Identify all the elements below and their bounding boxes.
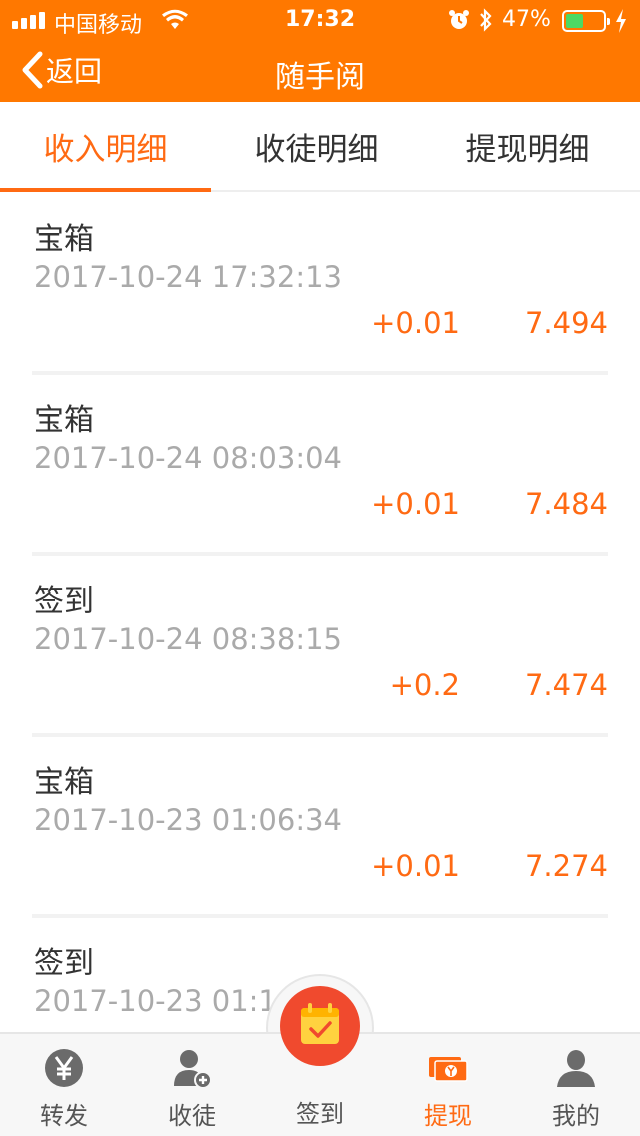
calendar-check-icon <box>301 1003 339 1044</box>
tab-disciple-detail[interactable]: 收徒明细 <box>211 102 422 190</box>
tabbar-label: 我的 <box>552 1102 600 1130</box>
battery-icon <box>562 10 610 32</box>
tabbar-label: 收徒 <box>168 1102 216 1130</box>
record-time: 2017-10-23 01:14 <box>34 984 296 1018</box>
tabbar-item-share[interactable]: 转发 <box>0 1034 128 1136</box>
checkin-label: 签到 <box>296 1100 344 1128</box>
tabbar-item-withdraw[interactable]: 提现 <box>384 1034 512 1136</box>
charging-icon <box>616 9 626 33</box>
record-title: 宝箱 <box>34 403 94 438</box>
segment-tabs: 收入明细 收徒明细 提现明细 <box>0 102 640 192</box>
record-title: 签到 <box>34 946 94 981</box>
list-item: 宝箱 2017-10-24 08:03:04 +0.01 7.484 <box>32 375 608 556</box>
alarm-icon <box>449 10 469 29</box>
record-time: 2017-10-24 17:32:13 <box>34 260 342 294</box>
record-balance: 7.274 <box>524 849 608 883</box>
record-title: 签到 <box>34 584 94 619</box>
tab-withdraw-detail[interactable]: 提现明细 <box>422 102 633 190</box>
tabbar-item-recruit[interactable]: 收徒 <box>128 1034 256 1136</box>
person-icon <box>557 1050 595 1087</box>
record-time: 2017-10-23 01:06:34 <box>34 803 342 837</box>
tabbar-item-mine[interactable]: 我的 <box>512 1034 640 1136</box>
tab-income-detail[interactable]: 收入明细 <box>0 102 211 192</box>
add-user-icon <box>174 1050 212 1088</box>
record-title: 宝箱 <box>34 222 94 257</box>
record-amount: +0.2 <box>389 668 460 702</box>
cash-icon <box>429 1057 468 1082</box>
list-item: 签到 2017-10-24 08:38:15 +0.2 7.474 <box>32 556 608 737</box>
record-amount: +0.01 <box>371 849 460 883</box>
list-item: 宝箱 2017-10-23 01:06:34 +0.01 7.274 <box>32 737 608 918</box>
income-list: 宝箱 2017-10-24 17:32:13 +0.01 7.494 宝箱 20… <box>0 194 640 1099</box>
battery-fill <box>566 14 583 28</box>
yen-coin-icon <box>45 1049 83 1087</box>
page-title: 随手阅 <box>275 60 365 95</box>
record-balance: 7.474 <box>524 668 608 702</box>
checkin-button[interactable] <box>280 986 360 1066</box>
nav-bar: 返回 随手阅 <box>0 40 640 102</box>
top-bar: 中国移动 17:32 47% 返回 随手阅 <box>0 0 640 102</box>
record-time: 2017-10-24 08:38:15 <box>34 622 342 656</box>
tabbar-label: 提现 <box>424 1102 472 1130</box>
battery-percent: 47% <box>502 7 551 32</box>
record-time: 2017-10-24 08:03:04 <box>34 441 342 475</box>
status-bar: 中国移动 17:32 47% <box>0 0 640 40</box>
record-amount: +0.01 <box>371 306 460 340</box>
record-amount: +0.01 <box>371 487 460 521</box>
bluetooth-icon <box>480 8 492 32</box>
record-title: 宝箱 <box>34 765 94 800</box>
tabbar-label: 转发 <box>40 1102 88 1130</box>
list-item: 宝箱 2017-10-24 17:32:13 +0.01 7.494 <box>32 194 608 375</box>
record-balance: 7.484 <box>524 487 608 521</box>
record-balance: 7.494 <box>524 306 608 340</box>
